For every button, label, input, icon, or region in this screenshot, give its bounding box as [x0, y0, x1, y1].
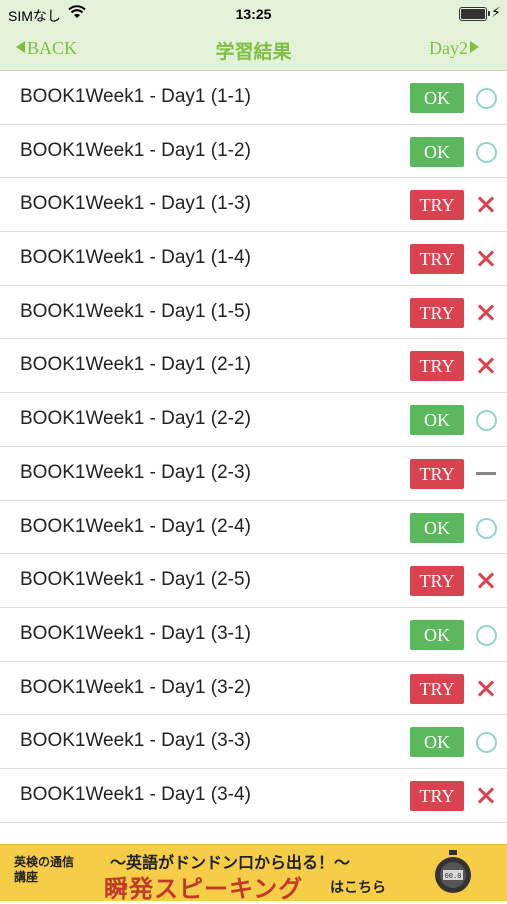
stopwatch-icon: 00.0 — [435, 850, 471, 893]
ok-button[interactable]: OK — [410, 512, 464, 543]
list-item-label: BOOK1Week1 - Day1 (2-1) — [20, 354, 251, 376]
try-button[interactable]: TRY — [410, 566, 464, 597]
try-button[interactable]: TRY — [410, 190, 464, 221]
list-item-label: BOOK1Week1 - Day1 (1-5) — [20, 300, 251, 322]
list-item-label: BOOK1Week1 - Day1 (1-1) — [20, 86, 251, 107]
ok-button[interactable]: OK — [410, 727, 464, 758]
ok-button[interactable]: OK — [410, 83, 464, 113]
list-item[interactable]: BOOK1Week1 - Day1 (1-4) TRY — [0, 232, 507, 286]
battery-icon — [459, 7, 490, 21]
list-item-label: BOOK1Week1 - Day1 (2-4) — [20, 515, 251, 537]
charging-icon: ⚡ — [491, 4, 501, 20]
list-item-label: BOOK1Week1 - Day1 (2-5) — [20, 569, 251, 591]
circle-icon — [474, 408, 498, 432]
cross-icon — [474, 193, 498, 217]
try-button[interactable]: TRY — [410, 780, 464, 811]
ok-button[interactable]: OK — [410, 405, 464, 436]
list-item[interactable]: BOOK1Week1 - Day1 (1-1) OK — [0, 71, 507, 125]
try-button[interactable]: TRY — [410, 458, 464, 489]
circle-icon — [474, 86, 498, 110]
try-button[interactable]: TRY — [410, 244, 464, 275]
list-item[interactable]: BOOK1Week1 - Day1 (1-3) TRY — [0, 178, 507, 233]
cross-icon — [474, 784, 498, 808]
status-bar: SIMなし 13:25 ⚡ — [0, 0, 507, 28]
list-item-label: BOOK1Week1 - Day1 (3-1) — [20, 622, 251, 644]
cross-icon — [474, 247, 498, 271]
results-list[interactable]: BOOK1Week1 - Day1 (1-1) OK BOOK1Week1 - Da… — [0, 71, 507, 844]
list-item-label: BOOK1Week1 - Day1 (1-4) — [20, 247, 251, 269]
banner-left-text: 英検の通信講座 — [14, 855, 75, 884]
list-item[interactable]: BOOK1Week1 - Day1 (2-1) TRY — [0, 339, 507, 394]
list-item-label: BOOK1Week1 - Day1 (3-2) — [20, 676, 251, 698]
list-item-label: BOOK1Week1 - Day1 (1-2) — [20, 139, 251, 161]
list-item[interactable]: BOOK1Week1 - Day1 (2-5) TRY — [0, 554, 507, 608]
status-time: 13:25 — [235, 6, 272, 22]
list-item[interactable]: BOOK1Week1 - Day1 (3-1) OK — [0, 608, 507, 662]
list-item[interactable]: BOOK1Week1 - Day1 (2-4) OK — [0, 501, 507, 555]
cross-icon — [474, 569, 498, 593]
navigation-bar: BACK 学習結果 Day2 — [0, 28, 507, 71]
ok-button[interactable]: OK — [410, 619, 464, 650]
try-button[interactable]: TRY — [410, 351, 464, 382]
dash-icon — [474, 462, 498, 486]
cross-icon — [474, 354, 498, 378]
list-item-label: BOOK1Week1 - Day1 (3-3) — [20, 730, 251, 752]
circle-icon — [474, 516, 498, 540]
list-item-label: BOOK1Week1 - Day1 (1-3) — [20, 193, 251, 215]
try-button[interactable]: TRY — [410, 297, 464, 328]
cross-icon — [474, 301, 498, 325]
list-item-label: BOOK1Week1 - Day1 (2-3) — [20, 461, 251, 483]
banner-sub-text: はこちら — [330, 879, 386, 895]
next-label: Day2 — [429, 38, 468, 58]
try-button[interactable]: TRY — [410, 673, 464, 704]
ok-button[interactable]: OK — [410, 136, 464, 167]
svg-text:00.0: 00.0 — [445, 872, 462, 880]
list-item[interactable]: BOOK1Week1 - Day1 (3-3) OK — [0, 715, 507, 769]
list-item[interactable]: BOOK1Week1 - Day1 (2-2) OK — [0, 393, 507, 447]
next-day-button[interactable]: Day2 — [429, 38, 479, 59]
list-item[interactable]: BOOK1Week1 - Day1 (3-4) TRY — [0, 769, 507, 823]
list-item[interactable]: BOOK1Week1 - Day1 (3-2) TRY — [0, 662, 507, 716]
cross-icon — [474, 677, 498, 701]
list-item[interactable]: BOOK1Week1 - Day1 (2-3) TRY — [0, 447, 507, 501]
triangle-right-icon — [470, 41, 479, 53]
list-item[interactable]: BOOK1Week1 - Day1 (1-5) TRY — [0, 286, 507, 340]
list-item[interactable]: BOOK1Week1 - Day1 (1-2) OK — [0, 125, 507, 179]
ad-banner[interactable]: 英検の通信講座 〜英語がドンドン口から出る！〜 瞬発スピーキング はこちら 00… — [0, 844, 507, 903]
circle-icon — [474, 140, 498, 164]
banner-main-text: 瞬発スピーキング — [104, 876, 304, 903]
circle-icon — [474, 623, 498, 647]
list-item-label: BOOK1Week1 - Day1 (3-4) — [20, 783, 251, 805]
list-item-label: BOOK1Week1 - Day1 (2-2) — [20, 408, 251, 430]
circle-icon — [474, 730, 498, 754]
